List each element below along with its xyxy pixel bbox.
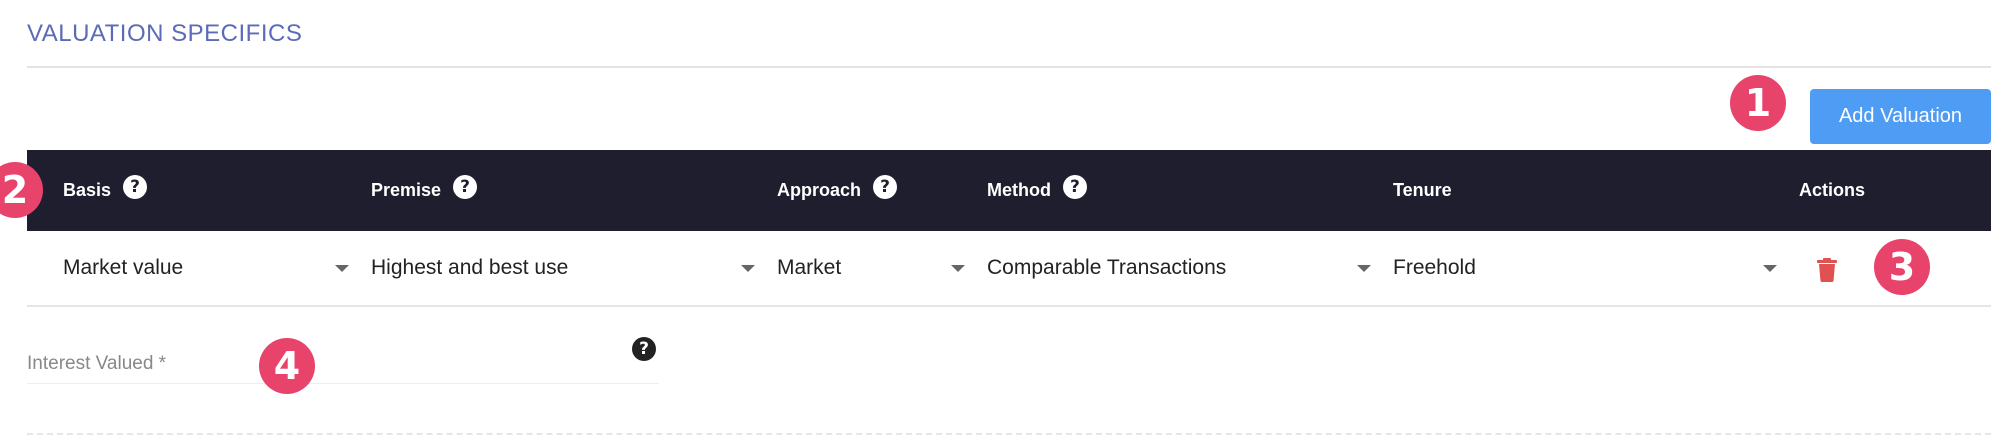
method-select[interactable]: Comparable Transactions (987, 231, 1387, 305)
header-basis: Basis ? (63, 150, 148, 231)
tenure-value: Freehold (1393, 256, 1476, 279)
header-approach-label: Approach (777, 180, 862, 200)
table-header: Basis ? Premise ? Approach ? Method ? Te… (27, 150, 1991, 231)
header-premise-label: Premise (371, 180, 442, 200)
chevron-down-icon[interactable] (335, 265, 349, 272)
basis-select[interactable]: Market value (63, 231, 343, 305)
help-circle-icon[interactable]: ? (453, 174, 478, 199)
header-approach: Approach ? (777, 150, 898, 231)
chevron-down-icon[interactable] (951, 265, 965, 272)
header-tenure: Tenure (1393, 150, 1452, 231)
table-row: Market value Highest and best use Market… (27, 231, 1991, 307)
method-value: Comparable Transactions (987, 256, 1227, 279)
tenure-select[interactable]: Freehold (1393, 231, 1793, 305)
chevron-down-icon[interactable] (1763, 265, 1777, 272)
trash-icon[interactable] (1817, 258, 1837, 282)
help-circle-icon[interactable]: ? (123, 174, 148, 199)
premise-value: Highest and best use (371, 256, 569, 279)
interest-valued-field[interactable] (27, 383, 659, 384)
header-method: Method ? (987, 150, 1087, 231)
add-valuation-button[interactable]: Add Valuation (1810, 89, 1991, 144)
approach-value: Market (777, 256, 842, 279)
header-basis-label: Basis (63, 180, 112, 200)
section-divider (27, 433, 1991, 435)
badge-4: 4 (259, 338, 315, 394)
title-divider (27, 66, 1991, 68)
badge-3: 3 (1874, 239, 1930, 295)
interest-valued-label: Interest Valued * (27, 353, 167, 374)
badge-1: 1 (1730, 75, 1786, 131)
chevron-down-icon[interactable] (741, 265, 755, 272)
premise-select[interactable]: Highest and best use (371, 231, 771, 305)
basis-value: Market value (63, 256, 184, 279)
help-circle-icon[interactable]: ? (1062, 174, 1087, 199)
section-title: VALUATION SPECIFICS (27, 20, 303, 47)
header-tenure-label: Tenure (1393, 180, 1452, 200)
header-actions-label: Actions (1799, 180, 1866, 200)
help-circle-icon[interactable]: ? (632, 337, 656, 361)
approach-select[interactable]: Market (777, 231, 977, 305)
header-premise: Premise ? (371, 150, 478, 231)
header-method-label: Method (987, 180, 1051, 200)
help-circle-icon[interactable]: ? (873, 174, 898, 199)
header-actions: Actions (1799, 150, 1865, 231)
chevron-down-icon[interactable] (1357, 265, 1371, 272)
